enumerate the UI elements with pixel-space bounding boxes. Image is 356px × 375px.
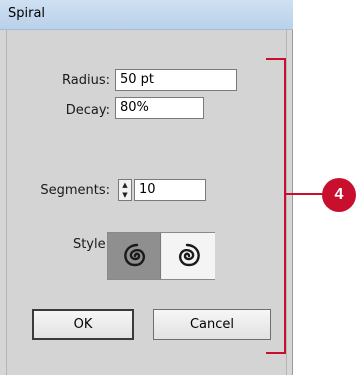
stepper-down-icon[interactable]: ▼ [119, 190, 131, 200]
counterclockwise-spiral-icon [124, 243, 145, 267]
spiral-dialog: Spiral Radius: 50 pt Decay: 80% Segments… [0, 0, 293, 375]
ok-button[interactable]: OK [32, 309, 134, 340]
step-callout-badge: 4 [322, 178, 356, 212]
title-bar[interactable]: Spiral [0, 0, 293, 30]
decay-input[interactable]: 80% [115, 97, 204, 119]
radius-input[interactable]: 50 pt [115, 69, 237, 91]
style-button-group [107, 232, 215, 280]
decay-label: Decay: [65, 103, 110, 118]
cancel-button[interactable]: Cancel [153, 309, 271, 340]
style-counterclockwise-button[interactable] [108, 233, 161, 279]
style-clockwise-button[interactable] [162, 233, 215, 279]
segments-stepper[interactable]: ▲ ▼ [118, 179, 132, 201]
clockwise-spiral-icon [179, 243, 200, 267]
annotation-connector [286, 193, 326, 195]
stepper-up-icon[interactable]: ▲ [119, 180, 131, 190]
dialog-title: Spiral [8, 6, 46, 21]
segments-label: Segments: [40, 183, 110, 198]
style-label: Style: [72, 237, 110, 252]
annotation-bracket [266, 58, 286, 354]
segments-input[interactable]: 10 [134, 179, 206, 201]
radius-label: Radius: [62, 73, 110, 88]
